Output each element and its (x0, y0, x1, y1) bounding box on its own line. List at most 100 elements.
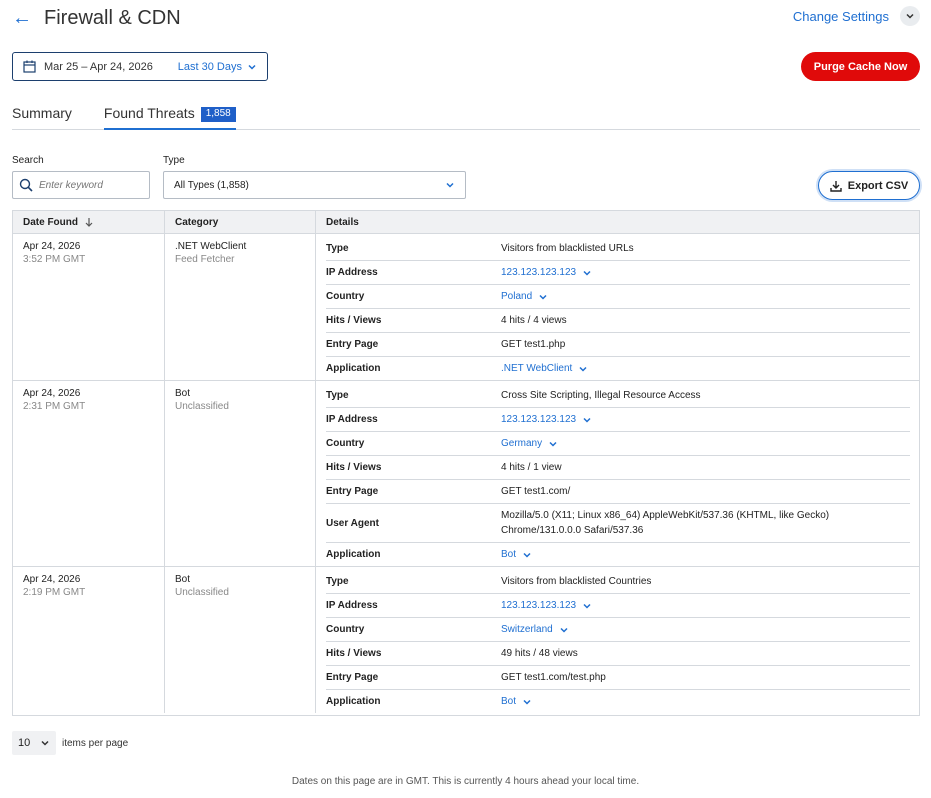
date-cell: Apr 24, 2026 3:52 PM GMT (13, 234, 165, 380)
search-input[interactable] (39, 179, 139, 191)
detail-key: Entry Page (326, 486, 379, 497)
time-found: 2:19 PM GMT (23, 587, 86, 598)
date-preset-label: Last 30 Days (177, 60, 242, 73)
export-csv-button[interactable]: Export CSV (818, 171, 920, 200)
detail-key: Type (326, 390, 349, 401)
category-name: Bot (175, 388, 191, 399)
category-sub: Unclassified (175, 401, 229, 412)
detail-key: IP Address (326, 600, 378, 611)
detail-key: IP Address (326, 267, 378, 278)
detail-key: Application (326, 363, 381, 374)
threat-count-badge: 1,858 (200, 107, 236, 122)
detail-value-text: 123.123.123.123 (501, 600, 577, 611)
detail-row: Entry Page GET test1.com/ (326, 480, 910, 504)
tab-summary[interactable]: Summary (12, 105, 104, 130)
details-cell: Type Cross Site Scripting, Illegal Resou… (316, 381, 919, 566)
category-sub: Feed Fetcher (175, 254, 235, 265)
detail-value-text: 123.123.123.123 (501, 267, 577, 278)
date-range-picker[interactable]: Mar 25 – Apr 24, 2026 Last 30 Days (12, 52, 268, 81)
table-header: Date Found Category Details (13, 211, 919, 234)
chevron-down-icon (248, 64, 256, 70)
chevron-down-icon (583, 603, 591, 609)
detail-row: Hits / Views 4 hits / 1 view (326, 456, 910, 480)
date-preset-select[interactable]: Last 30 Days (178, 61, 257, 73)
chevron-down-icon (549, 441, 557, 447)
detail-key: Entry Page (326, 339, 379, 350)
chevron-down-icon (446, 182, 454, 188)
detail-value[interactable]: 123.123.123.123 (501, 408, 910, 431)
time-found: 2:31 PM GMT (23, 401, 86, 412)
timezone-note: Dates on this page are in GMT. This is c… (291, 776, 640, 787)
date-cell: Apr 24, 2026 2:31 PM GMT (13, 381, 165, 566)
search-field[interactable] (12, 171, 150, 199)
tab-found-threats-label: Found Threats (103, 105, 195, 121)
category-sub: Unclassified (175, 587, 229, 598)
change-settings-link[interactable]: Change Settings (793, 9, 889, 24)
column-header-date[interactable]: Date Found (13, 211, 165, 233)
detail-key: Country (326, 438, 365, 449)
detail-value-text: Bot (501, 549, 517, 560)
per-page-select[interactable]: 10 (12, 731, 56, 755)
detail-value[interactable]: Switzerland (501, 618, 910, 641)
detail-value: Visitors from blacklisted URLs (501, 243, 634, 254)
detail-value-text: .NET WebClient (501, 363, 573, 374)
detail-row: IP Address 123.123.123.123 (326, 408, 910, 432)
chevron-down-icon (523, 699, 531, 705)
detail-key: Application (326, 549, 381, 560)
detail-row: Entry Page GET test1.php (326, 333, 910, 357)
detail-row: IP Address 123.123.123.123 (326, 261, 910, 285)
detail-key: Hits / Views (326, 462, 382, 473)
detail-value: 4 hits / 1 view (501, 462, 562, 473)
detail-value-text: Germany (501, 438, 543, 449)
detail-value[interactable]: 123.123.123.123 (501, 261, 910, 284)
detail-value[interactable]: .NET WebClient (501, 357, 910, 380)
detail-value: Mozilla/5.0 (X11; Linux x86_64) AppleWeb… (501, 510, 830, 536)
details-cell: Type Visitors from blacklisted URLs IP A… (316, 234, 919, 380)
type-label: Type (163, 155, 185, 166)
pagination: 10 items per page (12, 731, 128, 755)
tab-found-threats[interactable]: Found Threats 1,858 (103, 105, 236, 130)
detail-key: IP Address (326, 414, 378, 425)
detail-row: Hits / Views 49 hits / 48 views (326, 642, 910, 666)
date-range-value: Mar 25 – Apr 24, 2026 (44, 60, 153, 73)
date-found: Apr 24, 2026 (23, 574, 81, 585)
category-cell: Bot Unclassified (165, 381, 316, 566)
detail-key: Type (326, 243, 349, 254)
detail-row: Type Visitors from blacklisted Countries (326, 570, 910, 594)
column-header-details: Details (316, 211, 359, 233)
column-header-category: Category (165, 211, 316, 233)
category-cell: Bot Unclassified (165, 567, 316, 713)
date-found: Apr 24, 2026 (23, 388, 81, 399)
detail-value[interactable]: Bot (501, 690, 910, 713)
chevron-down-icon (523, 552, 531, 558)
details-cell: Type Visitors from blacklisted Countries… (316, 567, 919, 713)
detail-value[interactable]: Bot (501, 543, 910, 566)
detail-value: GET test1.com/test.php (501, 672, 606, 683)
detail-row: Country Poland (326, 285, 910, 309)
detail-key: User Agent (326, 517, 379, 529)
detail-value-text: Switzerland (501, 624, 553, 635)
detail-value[interactable]: Poland (501, 285, 910, 308)
chevron-down-icon (41, 740, 49, 746)
detail-row: Hits / Views 4 hits / 4 views (326, 309, 910, 333)
detail-row: Application .NET WebClient (326, 357, 910, 380)
type-select[interactable]: All Types (1,858) (163, 171, 466, 199)
table-row: Apr 24, 2026 2:31 PM GMT Bot Unclassifie… (13, 381, 919, 567)
detail-value: 4 hits / 4 views (501, 315, 567, 326)
detail-value[interactable]: 123.123.123.123 (501, 594, 910, 617)
export-csv-label: Export CSV (847, 179, 909, 192)
detail-row: Type Cross Site Scripting, Illegal Resou… (326, 384, 910, 408)
detail-value: GET test1.php (501, 339, 566, 350)
per-page-value: 10 (18, 737, 31, 749)
detail-value[interactable]: Germany (501, 432, 910, 455)
column-header-category-label: Category (175, 216, 219, 228)
date-found: Apr 24, 2026 (23, 241, 81, 252)
detail-row: Type Visitors from blacklisted URLs (326, 237, 910, 261)
purge-cache-button[interactable]: Purge Cache Now (801, 52, 920, 81)
change-settings-toggle[interactable] (900, 6, 920, 26)
page-header: ← Firewall & CDN Change Settings (12, 6, 920, 30)
search-label: Search (12, 155, 44, 166)
detail-row: Country Germany (326, 432, 910, 456)
detail-row: Application Bot (326, 543, 910, 566)
arrow-left-icon[interactable]: ← (12, 7, 32, 30)
